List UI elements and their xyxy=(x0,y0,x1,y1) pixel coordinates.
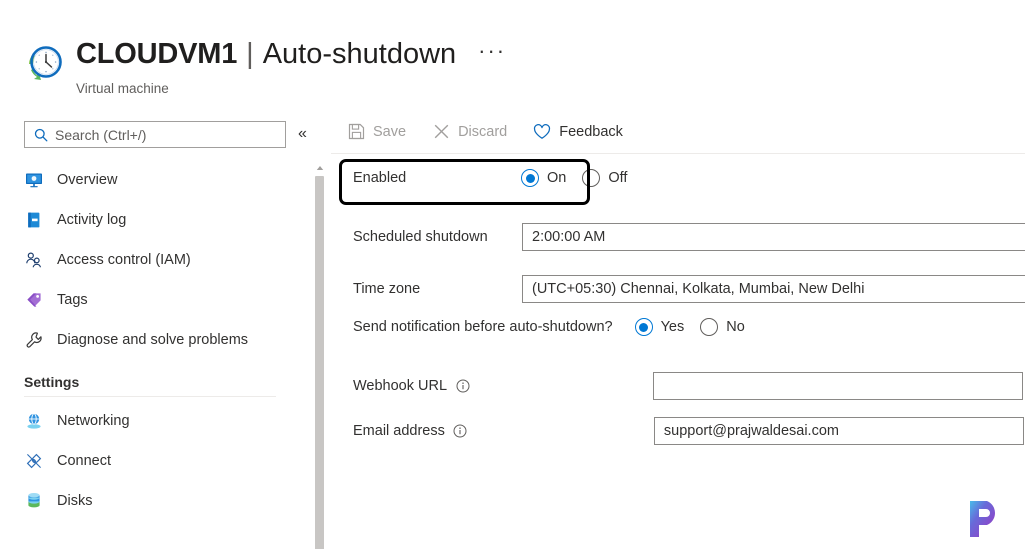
tag-icon xyxy=(24,291,43,310)
sidebar-item-diagnose-and-solve-problems[interactable]: Diagnose and solve problems xyxy=(0,320,300,360)
radio-circle-icon xyxy=(582,169,601,187)
send-notification-row: Send notification before auto-shutdown? … xyxy=(353,318,761,336)
clock-refresh-icon xyxy=(24,42,66,84)
resource-name: CLOUDVM1 xyxy=(76,38,238,70)
search-box[interactable] xyxy=(24,121,286,148)
feedback-button-label: Feedback xyxy=(559,123,623,140)
feedback-button[interactable]: Feedback xyxy=(523,116,633,148)
send-notification-yes-radio[interactable]: Yes xyxy=(634,318,685,336)
webhook-url-label: Webhook URL xyxy=(353,378,448,394)
sidebar-item-access-control[interactable]: Access control (IAM) xyxy=(0,240,300,280)
time-zone-label: Time zone xyxy=(353,281,421,297)
discard-button[interactable]: Discard xyxy=(422,116,517,148)
prajwal-desai-logo xyxy=(961,495,1007,541)
enabled-off-radio[interactable]: Off xyxy=(582,169,627,187)
radio-circle-icon xyxy=(700,318,719,336)
email-address-row: Email address xyxy=(353,417,1024,445)
enabled-label: Enabled xyxy=(353,170,407,186)
email-address-input[interactable] xyxy=(653,417,1024,445)
time-zone-row: Time zone xyxy=(353,275,1025,303)
sidebar-item-tags[interactable]: Tags xyxy=(0,280,300,320)
sidebar-item-networking[interactable]: Networking xyxy=(0,401,300,441)
resource-menu-list: Overview Activity log Access control (IA… xyxy=(0,160,300,521)
network-icon xyxy=(24,412,43,431)
search-input[interactable] xyxy=(55,126,260,143)
discard-button-label: Discard xyxy=(458,123,508,140)
send-notification-no-label: No xyxy=(726,319,745,335)
disk-icon xyxy=(24,492,43,511)
page-title: CLOUDVM1 | Auto-shutdown ··· xyxy=(76,38,506,71)
sidebar-item-label: Diagnose and solve problems xyxy=(57,332,249,348)
radio-circle-icon xyxy=(634,318,653,336)
scheduled-shutdown-label: Scheduled shutdown xyxy=(353,229,488,245)
save-button[interactable]: Save xyxy=(337,116,416,148)
resource-type-subtitle: Virtual machine xyxy=(76,81,169,96)
close-x-icon xyxy=(432,123,450,141)
email-address-label: Email address xyxy=(353,423,445,439)
scrollbar-thumb[interactable] xyxy=(315,176,324,549)
book-icon xyxy=(24,211,43,230)
people-icon xyxy=(24,251,43,270)
send-notification-yes-label: Yes xyxy=(660,319,685,335)
radio-circle-icon xyxy=(521,169,539,187)
sidebar-divider xyxy=(24,396,276,397)
connect-icon xyxy=(24,452,43,471)
sidebar-item-label: Activity log xyxy=(57,212,127,228)
resource-menu-scrollbar[interactable] xyxy=(313,108,327,549)
enabled-row: Enabled On Off xyxy=(353,169,643,187)
title-separator: | xyxy=(246,38,254,70)
send-notification-no-radio[interactable]: No xyxy=(700,318,745,336)
scroll-up-arrow-icon[interactable] xyxy=(315,160,325,170)
webhook-url-row: Webhook URL xyxy=(353,372,1024,400)
auto-shutdown-form: Enabled On Off Scheduled shutdown Time z… xyxy=(331,155,1025,549)
send-notification-radio-group: Yes No xyxy=(634,318,761,336)
sidebar-item-connect[interactable]: Connect xyxy=(0,441,300,481)
sidebar-item-label: Overview xyxy=(57,172,118,188)
enabled-off-label: Off xyxy=(608,170,628,186)
sidebar-item-label: Tags xyxy=(57,292,88,308)
resource-menu-pane: « Overview xyxy=(0,108,313,549)
more-options-button[interactable]: ··· xyxy=(478,39,506,61)
collapse-menu-button[interactable]: « xyxy=(298,126,307,142)
sidebar-group-header-settings: Settings xyxy=(24,374,80,390)
enabled-on-label: On xyxy=(547,170,567,186)
page-section-name: Auto-shutdown xyxy=(262,38,457,70)
time-zone-select[interactable] xyxy=(522,275,1025,303)
save-icon xyxy=(347,123,365,141)
scheduled-shutdown-row: Scheduled shutdown xyxy=(353,223,1025,251)
command-bar: Save Discard Feedback xyxy=(331,110,1025,154)
info-icon[interactable] xyxy=(453,424,468,439)
enabled-radio-group: On Off xyxy=(521,169,643,187)
send-notification-label: Send notification before auto-shutdown? xyxy=(353,319,613,335)
monitor-icon xyxy=(24,171,43,190)
info-icon[interactable] xyxy=(455,379,470,394)
webhook-url-input[interactable] xyxy=(653,372,1024,400)
save-button-label: Save xyxy=(373,123,407,140)
sidebar-item-label: Networking xyxy=(57,413,130,429)
heart-icon xyxy=(533,123,551,141)
sidebar-item-activity-log[interactable]: Activity log xyxy=(0,200,300,240)
azure-portal-auto-shutdown-page: CLOUDVM1 | Auto-shutdown ··· Virtual mac… xyxy=(0,0,1025,549)
wrench-icon xyxy=(24,331,43,350)
sidebar-item-label: Access control (IAM) xyxy=(57,252,191,268)
sidebar-item-overview[interactable]: Overview xyxy=(0,160,300,200)
sidebar-item-disks[interactable]: Disks xyxy=(0,481,300,521)
page-header: CLOUDVM1 | Auto-shutdown ··· Virtual mac… xyxy=(0,0,1025,108)
search-icon xyxy=(34,128,48,142)
scheduled-shutdown-input[interactable] xyxy=(522,223,1025,251)
enabled-on-radio[interactable]: On xyxy=(521,169,566,187)
sidebar-item-label: Connect xyxy=(57,453,112,469)
sidebar-item-label: Disks xyxy=(57,493,93,509)
